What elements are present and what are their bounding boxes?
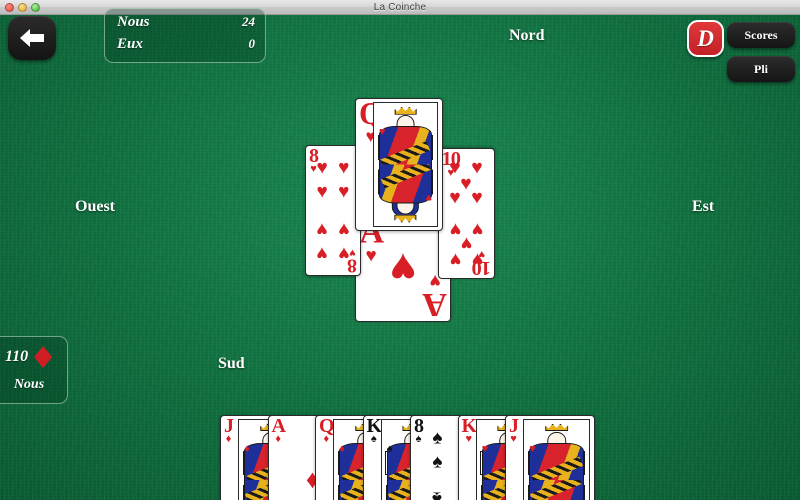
- seat-label-north: Nord: [509, 27, 545, 44]
- dealer-badge: D: [687, 20, 724, 57]
- card-pip: ♥: [316, 242, 328, 264]
- score-points: 24: [242, 14, 255, 29]
- card-pip: ♥: [471, 218, 484, 240]
- card-pip: ♥: [316, 157, 328, 179]
- pli-button[interactable]: Pli: [727, 56, 795, 82]
- card-pip: ♥: [316, 218, 328, 240]
- card-corner-index: J ♦: [224, 415, 234, 446]
- minimize-button[interactable]: [18, 3, 27, 12]
- card-corner-index: J ♥: [509, 415, 519, 446]
- close-button[interactable]: [5, 3, 14, 12]
- card-pip: ♠: [432, 427, 443, 449]
- card-corner-index: 10 ♥: [442, 148, 461, 179]
- contract-value: 110: [5, 348, 29, 365]
- trick-card-north: Q ♥ ♥ ♥: [355, 98, 443, 231]
- card-pip: ♥: [471, 248, 484, 270]
- card-corner-index: 8 ♥: [348, 245, 357, 276]
- seat-label-west: Ouest: [75, 198, 115, 215]
- back-button[interactable]: [8, 16, 56, 60]
- seat-label-south: Sud: [218, 355, 245, 372]
- scoreboard-panel: Nous 24 Eux 0: [104, 8, 266, 63]
- card-pip: ♥: [389, 243, 417, 294]
- card-pip: ♥: [460, 232, 473, 254]
- seat-label-east: Est: [692, 198, 715, 215]
- trick-card-west: 8 ♥ ♥ ♥ ♥ ♥ ♥ ♥ ♥ ♥ 8 ♥: [305, 145, 361, 276]
- score-team-label: Eux: [117, 36, 143, 52]
- dealer-badge-letter: D: [697, 26, 714, 51]
- contract-bid: 110: [5, 343, 59, 371]
- card-pip: ♥: [338, 181, 350, 203]
- card-pip: ♠: [432, 451, 443, 473]
- zoom-button[interactable]: [31, 3, 40, 12]
- card-corner-index: K ♠: [366, 415, 383, 446]
- score-row-eux: Eux 0: [117, 36, 255, 58]
- diamond-suit-icon: [34, 346, 53, 368]
- card-pip: ♠: [432, 487, 443, 500]
- score-team-label: Nous: [117, 14, 150, 30]
- card-pip: ♥: [471, 157, 484, 179]
- card-corner-index: K ♥: [461, 415, 478, 446]
- card-pip: ♥: [338, 157, 350, 179]
- trick-card-east: 10 ♥ ♥ ♥ ♥ ♥ ♥ ♥ ♥ ♥ ♥ ♥ 10 ♥: [438, 148, 495, 279]
- trick-card-south: A ♥ ♥ A ♥: [355, 215, 451, 322]
- score-points: 0: [248, 36, 256, 51]
- card-pip: ♥: [449, 248, 462, 270]
- app-window: La Coinche Nous 24 Eux 0 D Scores Pli 11…: [0, 0, 800, 500]
- contract-panel: 110 Nous: [0, 336, 68, 404]
- hand-card[interactable]: J ♥ ♥ ♥: [505, 415, 595, 500]
- card-pip: ♥: [338, 218, 350, 240]
- card-corner-index: Q ♦: [319, 415, 335, 446]
- card-pip: ♥: [316, 181, 328, 203]
- window-traffic-lights: [5, 3, 40, 12]
- scores-button[interactable]: Scores: [727, 22, 795, 48]
- contract-team: Nous: [13, 377, 45, 392]
- back-arrow-icon: [20, 29, 44, 47]
- card-pip: ♥: [449, 218, 462, 240]
- card-pip: ♥: [471, 187, 484, 209]
- score-row-nous: Nous 24: [117, 14, 255, 36]
